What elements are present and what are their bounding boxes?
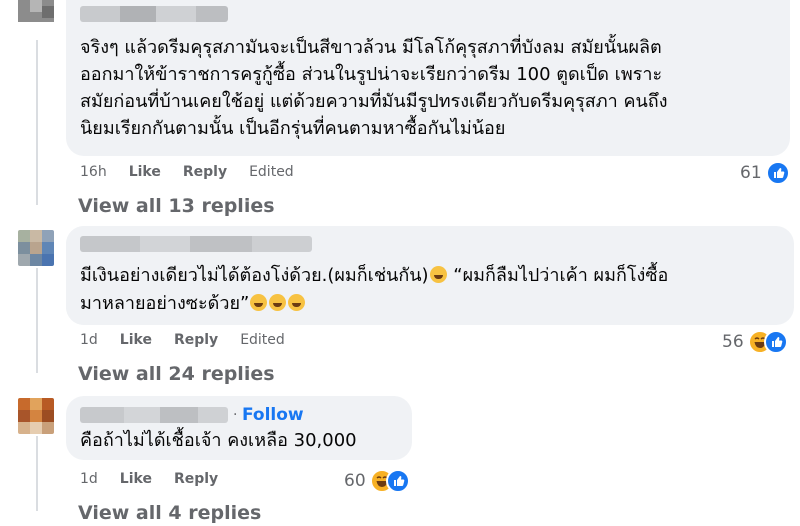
grinning-face-emoji [288, 294, 306, 311]
avatar[interactable] [18, 230, 54, 266]
comment-text-line: สมัยก่อนที่บ้านเคยใช้อยู่ แต่ด้วยความที่… [80, 91, 668, 112]
reaction-count: 56 [722, 332, 744, 352]
edited-label[interactable]: Edited [240, 332, 285, 348]
timestamp[interactable]: 1d [80, 332, 98, 348]
thread-line [36, 436, 38, 511]
comment-text-line: จริงๆ แล้วดรีมคุรุสภามันจะเป็นสีขาวล้วน … [80, 37, 662, 58]
avatar[interactable] [18, 398, 54, 434]
avatar[interactable] [18, 0, 54, 22]
reaction-count: 61 [740, 163, 762, 183]
comment-text-segment: “ผมก็ลืมไปว่าเค้า ผมก็โง่ซื้อ [447, 265, 669, 286]
comment-text-segment: มีเงินอย่างเดียวไม่ได้ต้องโง่ด้วย.(ผมก็เ… [80, 265, 429, 286]
reply-button[interactable]: Reply [174, 332, 218, 348]
author-name-redacted[interactable] [80, 236, 312, 252]
comment-text-line: มีเงินอย่างเดียวไม่ได้ต้องโง่ด้วย.(ผมก็เ… [80, 262, 668, 290]
edited-label[interactable]: Edited [249, 164, 294, 180]
reply-button[interactable]: Reply [174, 471, 218, 487]
timestamp[interactable]: 1d [80, 471, 98, 487]
like-icon [765, 161, 790, 185]
grinning-face-emoji [429, 266, 447, 283]
reaction-count: 60 [344, 471, 366, 491]
comment-meta: 16h Like Reply Edited [80, 164, 294, 180]
like-button[interactable]: Like [129, 164, 161, 180]
comment-meta: 1d Like Reply [80, 471, 240, 487]
thread-line [36, 268, 38, 373]
like-icon [385, 469, 410, 493]
view-replies-link[interactable]: View all 13 replies [78, 195, 275, 217]
thread-line [36, 40, 38, 205]
like-button[interactable]: Like [120, 471, 152, 487]
reaction-summary[interactable]: 56 [722, 330, 788, 354]
view-replies-link[interactable]: View all 4 replies [78, 502, 261, 524]
reaction-summary[interactable]: 61 [740, 161, 790, 185]
follow-button[interactable]: Follow [242, 405, 304, 425]
grinning-face-emoji [269, 294, 287, 311]
comment-text-line: นิยมเรียกกันตามนั้น เป็นอีกรุ่นที่คนตามห… [80, 118, 506, 139]
comment-meta: 1d Like Reply Edited [80, 332, 285, 348]
reaction-summary[interactable]: 60 [344, 469, 410, 493]
follow-separator: · [233, 407, 238, 423]
view-replies-link[interactable]: View all 24 replies [78, 363, 275, 385]
like-icon [763, 330, 788, 354]
comment-text-line: มาหลายอย่างซะด้วย” [80, 290, 306, 318]
author-name-redacted[interactable] [80, 6, 228, 22]
author-name-redacted[interactable] [80, 407, 228, 423]
comment-text-segment: มาหลายอย่างซะด้วย” [80, 293, 250, 314]
grinning-face-emoji [250, 294, 268, 311]
timestamp[interactable]: 16h [80, 164, 107, 180]
comment-text-line: คือถ้าไม่ได้เชื้อเจ้า คงเหลือ 30,000 [80, 430, 357, 451]
comment-text-line: ออกมาให้ข้าราชการครูกู้ซื้อ ส่วนในรูปน่า… [80, 64, 663, 85]
reply-button[interactable]: Reply [183, 164, 227, 180]
like-button[interactable]: Like [120, 332, 152, 348]
